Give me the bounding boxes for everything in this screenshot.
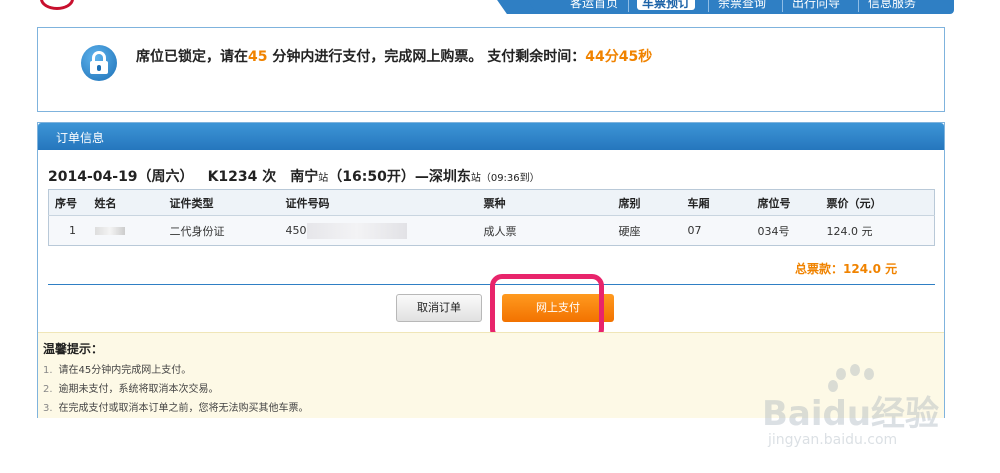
col-header: 姓名 bbox=[88, 189, 164, 216]
col-header: 序号 bbox=[48, 189, 89, 216]
train-number: K1234 次 bbox=[207, 169, 277, 185]
col-header: 证件号码 bbox=[279, 189, 478, 216]
trip-date: 2014-04-19（周六） bbox=[48, 169, 194, 185]
lock-message-middle: 分钟内进行支付，完成网上购票。 支付剩余时间： bbox=[267, 49, 586, 65]
panel-title: 订单信息 bbox=[56, 131, 105, 145]
trip-summary: 2014-04-19（周六） K1234 次南宁站（16:50开）—深圳东站（09… bbox=[48, 166, 540, 186]
cell-ticket-type: 成人票 bbox=[477, 215, 613, 246]
cell-id-type: 二代身份证 bbox=[163, 215, 280, 246]
watermark-url: jingyan.baidu.com bbox=[768, 432, 898, 448]
nav-separator bbox=[628, 0, 629, 12]
col-header: 席位号 bbox=[751, 189, 821, 216]
tip-item: 1. 请在45分钟内完成网上支付。 bbox=[43, 365, 192, 376]
lock-message-prefix: 席位已锁定，请在 bbox=[136, 49, 248, 65]
cell-car: 07 bbox=[681, 215, 752, 246]
panel-header: 订单信息 bbox=[38, 123, 944, 150]
cell-id-number: 450 bbox=[279, 215, 478, 246]
to-station-suffix: 站 bbox=[470, 173, 481, 184]
cell-name bbox=[88, 215, 164, 246]
from-station-suffix: 站 bbox=[318, 173, 329, 184]
table-row: 1 二代身份证 450 成人票 硬座 07 034号 124.0 元 bbox=[48, 215, 935, 246]
nav-separator bbox=[708, 0, 709, 12]
nav-item-home[interactable]: 客运首页 bbox=[570, 0, 618, 10]
nav-item-booking[interactable]: 车票预订 bbox=[637, 0, 696, 10]
redacted-id bbox=[306, 222, 407, 239]
tip-item: 3. 在完成支付或取消本订单之前，您将无法购买其他车票。 bbox=[43, 403, 309, 414]
cell-seat-no: 034号 bbox=[751, 215, 821, 246]
railway-logo-icon bbox=[40, 0, 74, 10]
departure-time: （16:50开）— bbox=[328, 169, 429, 185]
col-header: 车厢 bbox=[681, 189, 752, 216]
table-header-row: 序号 姓名 证件类型 证件号码 票种 席别 车厢 席位号 票价（元） bbox=[48, 189, 935, 216]
tips-title: 温馨提示： bbox=[43, 342, 104, 356]
nav-item-info[interactable]: 信息服务 bbox=[868, 0, 916, 10]
main-nav: 客运首页 车票预订 余票查询 出行向导 信息服务 bbox=[520, 0, 954, 14]
nav-item-remaining[interactable]: 余票查询 bbox=[718, 0, 766, 10]
nav-item-guide[interactable]: 出行向导 bbox=[792, 0, 840, 10]
col-header: 票价（元） bbox=[820, 189, 935, 216]
cancel-order-button[interactable]: 取消订单 bbox=[396, 294, 482, 322]
col-header: 席别 bbox=[612, 189, 682, 216]
highlight-annotation bbox=[490, 274, 604, 341]
countdown-timer: 44分45秒 bbox=[585, 49, 653, 65]
to-station: 深圳东 bbox=[428, 169, 471, 185]
redacted-name bbox=[94, 227, 125, 235]
top-bar: 客运首页 车票预订 余票查询 出行向导 信息服务 bbox=[0, 0, 1000, 14]
col-header: 票种 bbox=[477, 189, 613, 216]
cell-seat-class: 硬座 bbox=[612, 215, 682, 246]
cell-price: 124.0 元 bbox=[820, 215, 935, 246]
nav-separator bbox=[782, 0, 783, 12]
total-price: 总票款：124.0 元 bbox=[795, 262, 898, 276]
arrival-time: （09:36到） bbox=[480, 173, 540, 184]
cell-index: 1 bbox=[48, 215, 89, 246]
payment-minutes: 45 bbox=[248, 49, 268, 65]
ticket-table: 序号 姓名 证件类型 证件号码 票种 席别 车厢 席位号 票价（元） 1 二代身… bbox=[48, 189, 935, 246]
nav-separator bbox=[858, 0, 859, 12]
col-header: 证件类型 bbox=[163, 189, 280, 216]
from-station: 南宁 bbox=[290, 169, 319, 185]
seat-locked-notice: 席位已锁定，请在45 分钟内进行支付，完成网上购票。 支付剩余时间：44分45秒 bbox=[37, 27, 945, 112]
watermark-text: Baidu经验 bbox=[762, 394, 940, 434]
baidu-watermark: Baidu经验 jingyan.baidu.com bbox=[762, 364, 972, 458]
lock-icon bbox=[81, 45, 117, 81]
tip-item: 2. 逾期未支付，系统将取消本次交易。 bbox=[43, 384, 219, 395]
lock-message: 席位已锁定，请在45 分钟内进行支付，完成网上购票。 支付剩余时间：44分45秒 bbox=[136, 46, 652, 66]
